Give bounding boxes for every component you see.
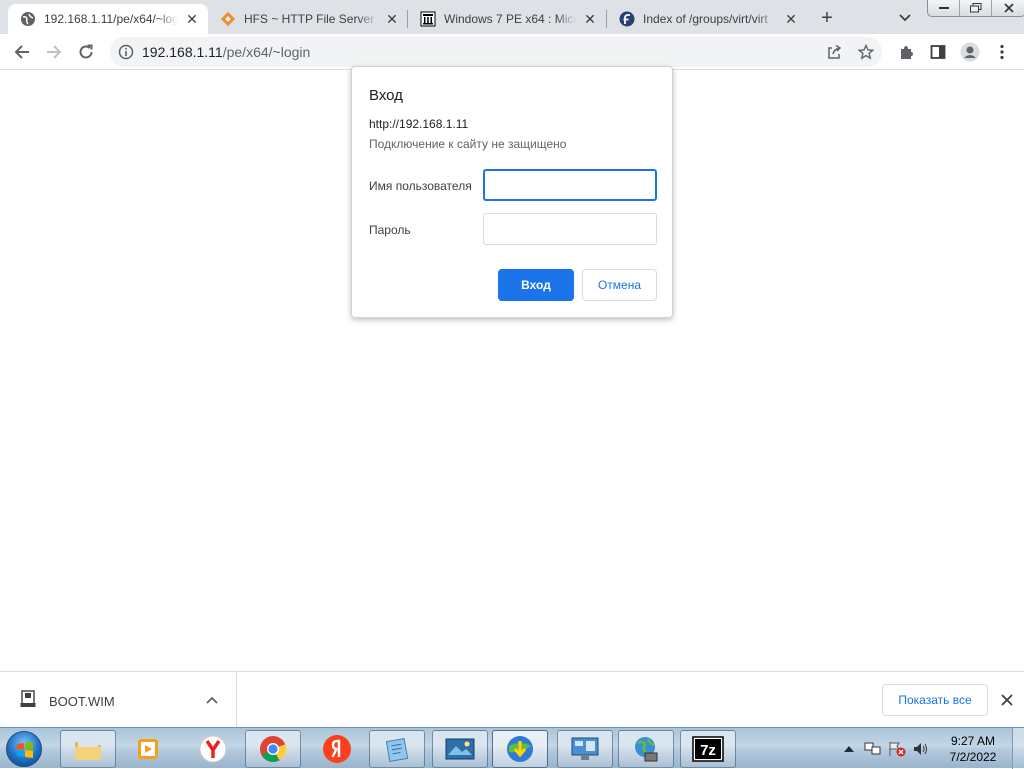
close-shelf-icon[interactable] (997, 690, 1017, 710)
hfs-icon (220, 11, 236, 27)
tab-close-icon[interactable]: ✕ (582, 11, 598, 27)
taskbar-yandex-browser[interactable] (185, 730, 241, 768)
tab-close-icon[interactable]: ✕ (384, 11, 400, 27)
tab-index-virt[interactable]: Index of /groups/virt/virt ✕ (607, 4, 807, 34)
fedora-icon (619, 11, 635, 27)
taskbar-media-player[interactable] (120, 730, 176, 768)
taskbar-image-viewer[interactable] (432, 730, 488, 768)
tab-title: 192.168.1.11/pe/x64/~login (44, 12, 178, 26)
tab-title: Windows 7 PE x64 : Micro (444, 12, 576, 26)
tab-login[interactable]: 192.168.1.11/pe/x64/~login ✕ (8, 4, 208, 34)
file-icon (20, 690, 36, 708)
tab-title: HFS ~ HTTP File Server do (244, 12, 378, 26)
yandex-browser-icon (199, 735, 227, 763)
action-center-warning-icon[interactable] (888, 740, 906, 758)
side-panel-icon[interactable] (924, 38, 952, 66)
chrome-icon (260, 736, 287, 763)
reload-icon[interactable] (72, 38, 100, 66)
extensions-puzzle-icon[interactable] (892, 38, 920, 66)
restore-icon[interactable] (960, 0, 992, 16)
taskbar-network-settings[interactable] (557, 730, 613, 768)
svg-text:7z: 7z (700, 742, 716, 759)
image-viewer-icon (445, 738, 475, 760)
address-bar[interactable]: 192.168.1.11/pe/x64/~login (110, 37, 882, 67)
clock-date: 7/2/2022 (949, 750, 997, 764)
username-label: Имя пользователя (369, 179, 472, 193)
media-player-icon (138, 739, 158, 759)
show-all-downloads-button[interactable]: Показать все (882, 684, 988, 716)
tab-windows-pe[interactable]: Windows 7 PE x64 : Micro ✕ (408, 4, 606, 34)
show-desktop-button[interactable] (1012, 728, 1024, 769)
url-host: 192.168.1.11 (142, 44, 223, 60)
globe-icon (20, 11, 36, 27)
system-clock[interactable]: 9:27 AM 7/2/2022 (940, 733, 1006, 765)
start-button[interactable] (6, 731, 42, 767)
yandex-icon (323, 735, 351, 763)
network-tray-icon[interactable] (864, 740, 882, 758)
download-item[interactable]: BOOT.WIM (0, 672, 237, 727)
cancel-button[interactable]: Отмена (582, 269, 657, 301)
http-auth-dialog: Вход http://192.168.1.11 Подключение к с… (351, 66, 673, 318)
taskbar-7zip[interactable]: 7z (680, 730, 736, 768)
back-arrow-icon[interactable] (8, 38, 36, 66)
taskbar-explorer[interactable] (60, 730, 116, 768)
windows-logo-icon (17, 742, 33, 758)
menu-kebab-icon[interactable] (988, 38, 1016, 66)
password-field[interactable] (483, 213, 657, 245)
dialog-insecure-warning: Подключение к сайту не защищено (369, 137, 567, 151)
browser-toolbar: 192.168.1.11/pe/x64/~login (0, 34, 1024, 70)
tab-search-chevron-icon[interactable] (895, 8, 915, 28)
taskbar-network-globe[interactable] (618, 730, 674, 768)
download-shelf: BOOT.WIM Показать все (0, 671, 1024, 727)
forward-arrow-icon[interactable] (40, 38, 68, 66)
clock-time: 9:27 AM (950, 734, 996, 748)
taskbar-yandex[interactable] (309, 730, 365, 768)
new-tab-button[interactable]: + (815, 6, 839, 30)
url-text: 192.168.1.11/pe/x64/~login (142, 44, 310, 60)
windows-taskbar: 7z 9:27 AM 7/2/2022 (0, 727, 1024, 769)
archive-org-icon (420, 11, 436, 27)
network-globe-icon (635, 737, 658, 762)
tab-title: Index of /groups/virt/virt (643, 12, 768, 26)
site-info-icon[interactable] (118, 44, 134, 60)
username-field[interactable] (483, 169, 657, 201)
sign-in-button[interactable]: Вход (498, 269, 574, 301)
volume-icon[interactable] (912, 740, 930, 758)
network-settings-icon (571, 737, 599, 760)
password-label: Пароль (369, 223, 411, 237)
minimize-icon[interactable] (928, 0, 960, 16)
taskbar-chrome[interactable] (245, 730, 301, 768)
tab-hfs[interactable]: HFS ~ HTTP File Server do ✕ (208, 4, 408, 34)
window-close-icon[interactable] (992, 0, 1024, 16)
show-hidden-icons-icon[interactable] (840, 740, 858, 758)
dialog-title: Вход (369, 87, 403, 104)
window-controls (927, 0, 1024, 17)
share-icon[interactable] (820, 38, 848, 66)
tab-close-icon[interactable]: ✕ (184, 11, 200, 27)
bookmark-star-icon[interactable] (852, 38, 880, 66)
7zip-icon: 7z (692, 736, 724, 762)
file-explorer-icon (75, 738, 101, 760)
download-manager-icon (507, 736, 533, 762)
download-file-name: BOOT.WIM (49, 694, 115, 709)
profile-avatar-icon[interactable] (956, 38, 984, 66)
url-path: /pe/x64/~login (222, 44, 311, 60)
tab-strip: 192.168.1.11/pe/x64/~login ✕ HFS ~ HTTP … (0, 0, 1024, 34)
tab-close-icon[interactable]: ✕ (783, 11, 799, 27)
taskbar-notepad[interactable] (369, 730, 425, 768)
notepad-icon (385, 738, 409, 762)
dialog-origin: http://192.168.1.11 (369, 117, 469, 131)
chevron-up-icon[interactable] (204, 692, 220, 708)
system-tray (840, 728, 936, 769)
taskbar-download-manager[interactable] (492, 730, 548, 768)
